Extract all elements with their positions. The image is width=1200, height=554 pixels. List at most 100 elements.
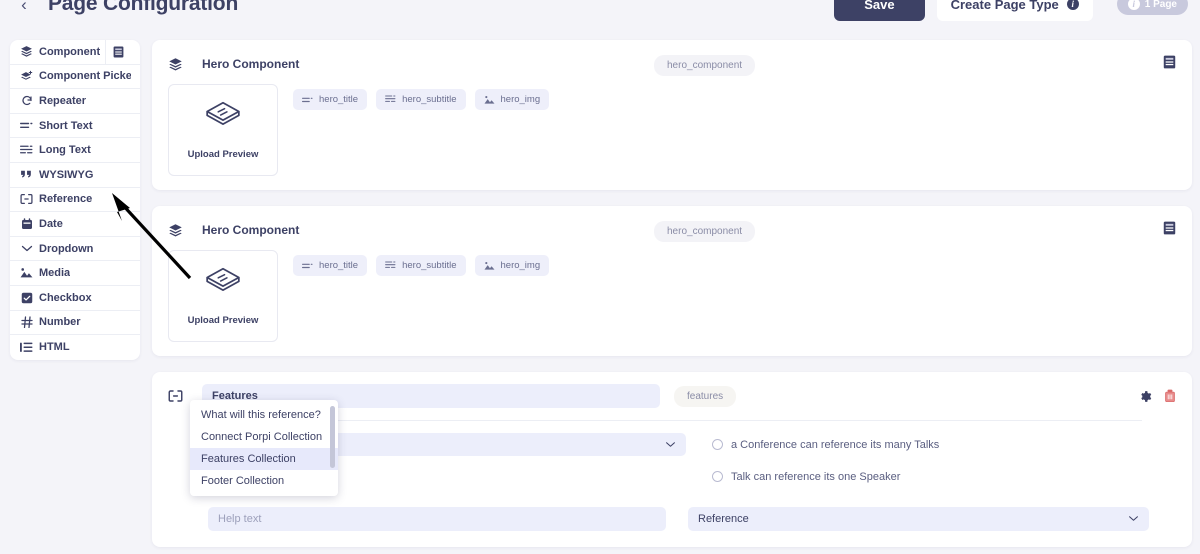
component-title: Hero Component xyxy=(202,57,300,71)
sidebar-item-date[interactable]: Date xyxy=(10,212,140,237)
long-text-icon xyxy=(19,145,34,156)
component-book-icon[interactable] xyxy=(105,40,131,64)
field-chip-hero-title[interactable]: hero_title xyxy=(293,89,368,110)
media-icon xyxy=(484,95,495,105)
page-count-badge[interactable]: i 1 Page xyxy=(1116,0,1188,15)
short-text-icon xyxy=(302,262,313,270)
sidebar-item-label: Date xyxy=(39,217,63,230)
field-chip-label: hero_img xyxy=(500,260,541,271)
sidebar-item-wysiwyg[interactable]: WYSIWYG xyxy=(10,163,140,188)
media-icon xyxy=(484,261,495,271)
sidebar-item-dropdown[interactable]: Dropdown xyxy=(10,237,140,262)
component-book-icon[interactable] xyxy=(1163,55,1176,74)
trash-icon[interactable] xyxy=(1164,389,1176,403)
sidebar-item-component[interactable]: Component xyxy=(10,40,140,65)
collection-dropdown-menu: What will this reference? Connect Porpi … xyxy=(190,400,338,496)
field-chip-label: hero_title xyxy=(319,94,359,105)
dropdown-scrollbar[interactable] xyxy=(330,406,335,468)
radio-option-label: Talk can reference its one Speaker xyxy=(731,470,901,483)
sidebar-item-label: WYSIWYG xyxy=(39,168,94,181)
sidebar-item-component-left: Component xyxy=(19,45,100,58)
field-chip-hero-title[interactable]: hero_title xyxy=(293,255,368,276)
create-page-type-label: Create Page Type xyxy=(950,0,1059,12)
radio-option-many[interactable]: a Conference can reference its many Talk… xyxy=(712,434,939,455)
component-card: Hero Component hero_component Upload Pre… xyxy=(152,206,1192,356)
component-field-chips: hero_title hero_subtitle hero_img xyxy=(293,84,550,110)
field-type-value: Reference xyxy=(698,513,749,525)
sidebar-item-media[interactable]: Media xyxy=(10,261,140,286)
component-book-icon[interactable] xyxy=(1163,221,1176,240)
field-chip-hero-img[interactable]: hero_img xyxy=(474,255,550,276)
save-button[interactable]: Save xyxy=(834,0,925,21)
reference-icon xyxy=(168,389,190,403)
sidebar-item-label: Component xyxy=(39,45,101,58)
component-field-chips: hero_title hero_subtitle hero_img xyxy=(293,250,550,276)
sidebar-item-label: Reference xyxy=(39,193,93,206)
layers-icon xyxy=(168,223,190,238)
field-type-sidebar: Component Component Picker Repeater Shor… xyxy=(10,40,140,360)
field-chip-hero-img[interactable]: hero_img xyxy=(474,89,550,110)
field-type-select[interactable]: Reference xyxy=(688,507,1149,531)
dropdown-option-footer[interactable]: Footer Collection xyxy=(190,470,338,492)
field-chip-label: hero_img xyxy=(500,94,541,105)
component-card-body: Upload Preview hero_title hero_subtitle … xyxy=(168,84,1176,176)
upload-preview-dropzone[interactable]: Upload Preview xyxy=(168,84,278,176)
create-page-type-button[interactable]: Create Page Type i xyxy=(936,0,1093,21)
sidebar-item-long-text[interactable]: Long Text xyxy=(10,138,140,163)
chevron-down-icon xyxy=(665,439,676,451)
sidebar-item-label: Short Text xyxy=(39,119,93,132)
stack-upload-icon xyxy=(204,100,242,139)
component-title: Hero Component xyxy=(202,223,300,237)
page-title: Page Configuration xyxy=(48,0,239,15)
component-card: Hero Component hero_component Upload Pre… xyxy=(152,40,1192,190)
sidebar-item-repeater[interactable]: Repeater xyxy=(10,89,140,114)
reference-field-actions xyxy=(1139,389,1176,403)
sidebar-item-label: Repeater xyxy=(39,94,87,107)
reference-cardinality-options: a Conference can reference its many Talk… xyxy=(712,433,939,487)
long-text-icon xyxy=(385,95,396,104)
radio-button[interactable] xyxy=(712,471,723,482)
checkbox-icon xyxy=(19,292,34,304)
field-chip-label: hero_subtitle xyxy=(402,260,457,271)
component-slug-pill: hero_component xyxy=(654,55,756,76)
sidebar-item-short-text[interactable]: Short Text xyxy=(10,114,140,139)
info-icon: i xyxy=(1066,0,1079,10)
radio-button[interactable] xyxy=(712,439,723,450)
sidebar-item-checkbox[interactable]: Checkbox xyxy=(10,286,140,311)
list-icon xyxy=(19,342,34,353)
upload-preview-dropzone[interactable]: Upload Preview xyxy=(168,250,278,342)
sidebar-item-label: Dropdown xyxy=(39,242,94,255)
refresh-icon xyxy=(19,95,34,107)
page-count-label: 1 Page xyxy=(1144,0,1177,10)
dropdown-option-connect-porpi[interactable]: Connect Porpi Collection xyxy=(190,426,338,448)
short-text-icon xyxy=(302,96,313,104)
gear-icon[interactable] xyxy=(1139,390,1152,403)
short-text-icon xyxy=(19,121,34,130)
sidebar-item-label: Component Picker xyxy=(39,70,131,83)
reference-icon xyxy=(19,193,34,205)
sidebar-item-label: Checkbox xyxy=(39,291,92,304)
sidebar-item-label: Long Text xyxy=(39,144,91,157)
chevron-down-icon xyxy=(19,244,34,253)
sidebar-item-label: HTML xyxy=(39,341,70,354)
help-text-input[interactable] xyxy=(208,507,666,531)
layers-icon xyxy=(168,57,190,72)
reference-settings-row: a Conference can reference its many Talk… xyxy=(208,433,1176,487)
field-chip-hero-subtitle[interactable]: hero_subtitle xyxy=(376,89,466,110)
layers-plus-icon xyxy=(19,70,34,83)
dropdown-option-placeholder[interactable]: What will this reference? xyxy=(190,404,338,426)
sidebar-item-number[interactable]: Number xyxy=(10,311,140,336)
reference-slug-pill: features xyxy=(674,385,737,407)
field-chip-hero-subtitle[interactable]: hero_subtitle xyxy=(376,255,466,276)
dropdown-option-features[interactable]: Features Collection xyxy=(190,448,338,470)
media-icon xyxy=(19,267,34,279)
sidebar-item-label: Media xyxy=(39,267,71,280)
sidebar-item-reference[interactable]: Reference xyxy=(10,188,140,213)
back-chevron-icon[interactable]: ‹ xyxy=(14,0,34,13)
radio-option-one[interactable]: Talk can reference its one Speaker xyxy=(712,466,939,487)
app-header: ‹ Page Configuration Save Create Page Ty… xyxy=(0,0,1200,26)
component-card-body: Upload Preview hero_title hero_subtitle … xyxy=(168,250,1176,342)
sidebar-item-html[interactable]: HTML xyxy=(10,335,140,360)
field-chip-label: hero_title xyxy=(319,260,359,271)
sidebar-item-component-picker[interactable]: Component Picker xyxy=(10,65,140,90)
